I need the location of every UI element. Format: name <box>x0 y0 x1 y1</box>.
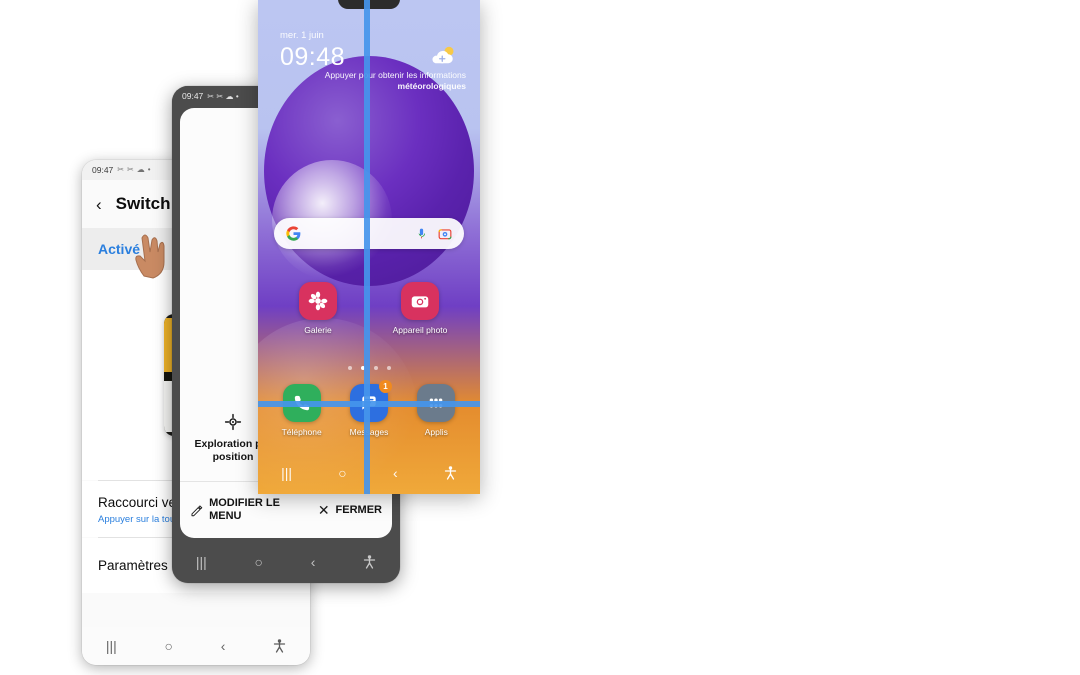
page-dot[interactable] <box>373 366 378 370</box>
accessibility-icon[interactable] <box>273 639 286 653</box>
status-bar-icons: ✂ ✂ ☁ • <box>207 91 238 101</box>
app-icon-apps[interactable]: Applis <box>404 384 468 437</box>
app-icon-phone[interactable]: Téléphone <box>270 384 334 437</box>
google-g-icon <box>286 226 301 241</box>
app-label: Téléphone <box>281 427 322 437</box>
app-label: Applis <box>424 427 448 437</box>
gallery-icon <box>299 282 337 320</box>
chevron-left-icon[interactable]: ‹ <box>96 196 102 213</box>
accessibility-icon[interactable] <box>363 555 376 569</box>
status-bar-icons: ✂ ✂ ☁ • <box>117 166 150 174</box>
recents-icon[interactable]: ||| <box>196 555 207 569</box>
cloud-icon: ☁ <box>225 92 234 101</box>
navigation-bar: ||| ○ ‹ <box>82 627 310 665</box>
home-icon[interactable]: ○ <box>338 466 346 480</box>
mute-icon: ✂ <box>216 92 224 101</box>
camera-icon <box>401 282 439 320</box>
close-icon: ✕ <box>317 501 330 518</box>
crosshair-horizontal-line <box>258 401 480 407</box>
edit-menu-label: MODIFIER LE MENU <box>209 497 280 522</box>
status-bar-time: 09:47 <box>92 165 114 175</box>
microphone-icon[interactable] <box>415 226 428 241</box>
app-icon-camera[interactable]: Appareil photo <box>388 282 452 335</box>
google-lens-icon[interactable] <box>438 227 452 241</box>
weather-hint[interactable]: Appuyer pour obtenir les informations mé… <box>316 70 466 93</box>
status-bar-time: 09:47 <box>182 91 204 101</box>
screenshot-collage: 09:47 ✂ ✂ ☁ • ‹ Switch A Activé Raccourc… <box>0 0 1080 675</box>
list-item-title: Paramètres <box>98 558 168 573</box>
back-icon[interactable]: ‹ <box>393 466 398 480</box>
page-dot[interactable] <box>347 366 352 370</box>
app-icon-gallery[interactable]: Galerie <box>286 282 350 335</box>
home-icon[interactable]: ○ <box>255 555 263 569</box>
clock-date: mer. 1 juin <box>280 30 324 41</box>
weather-hint-line1: Appuyer pour obtenir les informations <box>324 70 466 80</box>
lockscreen-clock: mer. 1 juin 09:48 <box>280 30 345 72</box>
accessibility-icon[interactable] <box>444 466 457 480</box>
close-label: FERMER <box>335 503 382 516</box>
recents-icon[interactable]: ||| <box>106 639 117 653</box>
dot-icon: • <box>235 92 239 101</box>
add-weather-icon[interactable] <box>428 44 458 66</box>
badge-count: 1 <box>378 380 392 393</box>
mute-icon: ✂ <box>207 92 214 101</box>
point-scanning-icon <box>224 414 242 431</box>
app-label: Appareil photo <box>392 325 448 335</box>
crosshair-vertical-line <box>364 0 370 494</box>
home-icon[interactable]: ○ <box>165 639 173 653</box>
mute-icon: ✂ <box>117 165 124 174</box>
mute-icon: ✂ <box>126 165 134 174</box>
back-icon[interactable]: ‹ <box>311 555 316 569</box>
close-button[interactable]: ✕ FERMER <box>318 502 382 519</box>
page-dot[interactable] <box>386 366 391 370</box>
clock-time: 09:48 <box>280 43 346 71</box>
edit-menu-button[interactable]: MODIFIER LE MENU <box>190 497 302 523</box>
app-label: Galerie <box>304 325 332 335</box>
back-icon[interactable]: ‹ <box>221 639 226 653</box>
recents-icon[interactable]: ||| <box>281 466 292 480</box>
dot-icon: • <box>147 165 151 174</box>
weather-hint-line2: météorologiques <box>397 81 466 92</box>
hand-icon <box>135 234 165 279</box>
pencil-icon <box>191 504 203 516</box>
navigation-bar: ||| ○ ‹ <box>172 541 400 583</box>
cloud-icon: ☁ <box>136 165 145 174</box>
